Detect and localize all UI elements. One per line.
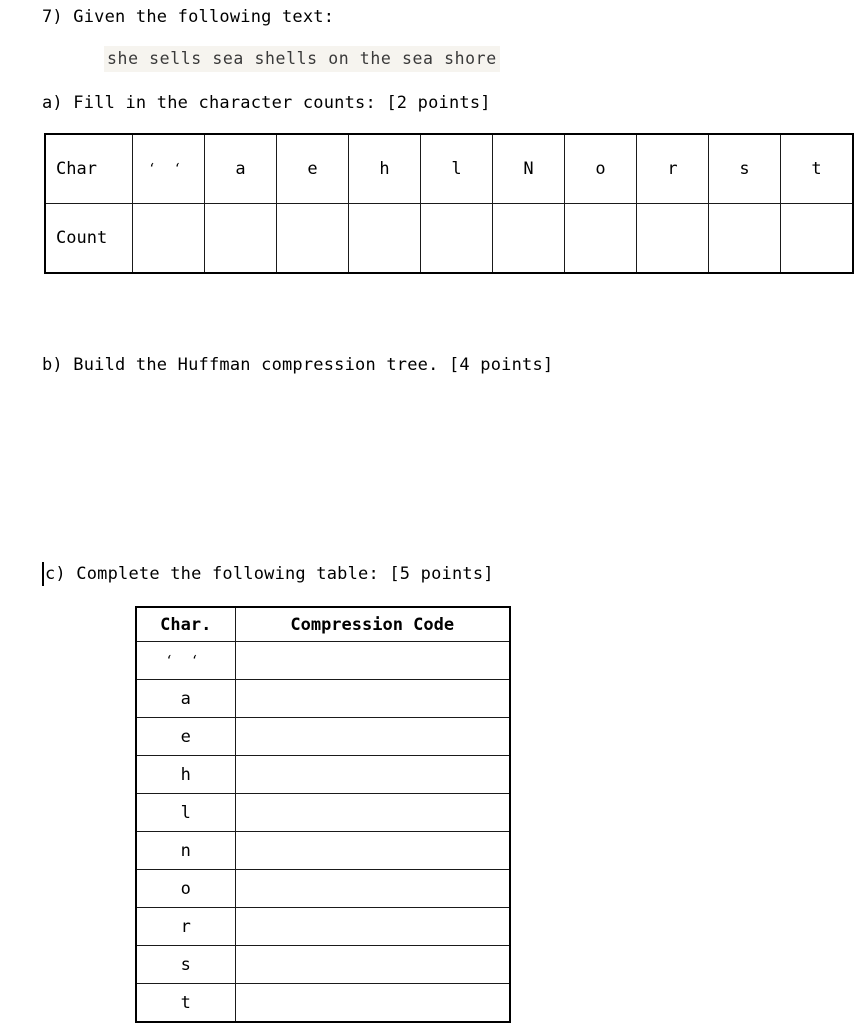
code-char-o: o <box>135 869 236 908</box>
table-header-row: Char. Compression Code <box>135 606 511 642</box>
row-label-count: Count <box>44 203 133 274</box>
table-row: n <box>135 831 511 870</box>
char-cell-l: l <box>420 133 493 204</box>
table-row: t <box>135 983 511 1023</box>
code-input-n[interactable] <box>234 831 511 870</box>
text-cursor-caret <box>42 562 44 586</box>
count-input-r[interactable] <box>636 203 709 274</box>
char-cell-t: t <box>780 133 854 204</box>
char-cell-o: o <box>564 133 637 204</box>
code-input-space[interactable] <box>234 641 511 680</box>
table-row: s <box>135 945 511 984</box>
count-input-l[interactable] <box>420 203 493 274</box>
header-char: Char. <box>135 606 236 642</box>
compression-code-table: Char. Compression Code ‘ ‘ a e h l n o r… <box>135 606 511 1023</box>
code-input-o[interactable] <box>234 869 511 908</box>
code-char-r: r <box>135 907 236 946</box>
part-c-prompt: c) Complete the following table: [5 poin… <box>45 564 494 584</box>
part-a-prompt: a) Fill in the character counts: [2 poin… <box>42 93 491 113</box>
sample-text-highlight: she sells sea shells on the sea shore <box>104 46 500 72</box>
question-intro-text: 7) Given the following text: <box>42 7 335 27</box>
document-page: 7) Given the following text: she sells s… <box>0 0 855 1024</box>
code-input-a[interactable] <box>234 679 511 718</box>
code-char-space: ‘ ‘ <box>135 641 236 680</box>
count-input-o[interactable] <box>564 203 637 274</box>
code-char-s: s <box>135 945 236 984</box>
code-input-e[interactable] <box>234 717 511 756</box>
code-input-h[interactable] <box>234 755 511 794</box>
count-input-a[interactable] <box>204 203 277 274</box>
table-row-count: Count <box>44 203 854 274</box>
count-input-e[interactable] <box>276 203 349 274</box>
character-counts-table: Char ‘ ‘ a e h l N o r s t Count <box>44 133 854 274</box>
part-b-prompt: b) Build the Huffman compression tree. [… <box>42 355 554 375</box>
char-cell-r: r <box>636 133 709 204</box>
count-input-n[interactable] <box>492 203 565 274</box>
table-row-char: Char ‘ ‘ a e h l N o r s t <box>44 133 854 204</box>
header-compression-code: Compression Code <box>234 606 511 642</box>
code-input-r[interactable] <box>234 907 511 946</box>
row-label-char: Char <box>44 133 133 204</box>
table-row: o <box>135 869 511 908</box>
char-cell-n: N <box>492 133 565 204</box>
char-cell-e: e <box>276 133 349 204</box>
char-cell-a: a <box>204 133 277 204</box>
table-row: h <box>135 755 511 794</box>
code-input-l[interactable] <box>234 793 511 832</box>
char-cell-space: ‘ ‘ <box>132 133 205 204</box>
char-cell-h: h <box>348 133 421 204</box>
space-char-glyph: ‘ ‘ <box>149 160 188 178</box>
space-char-glyph: ‘ ‘ <box>166 651 205 670</box>
code-input-t[interactable] <box>234 983 511 1023</box>
table-row: r <box>135 907 511 946</box>
count-input-h[interactable] <box>348 203 421 274</box>
table-row: e <box>135 717 511 756</box>
count-input-s[interactable] <box>708 203 781 274</box>
code-char-n: n <box>135 831 236 870</box>
count-input-space[interactable] <box>132 203 205 274</box>
code-char-e: e <box>135 717 236 756</box>
code-char-l: l <box>135 793 236 832</box>
table-row: l <box>135 793 511 832</box>
code-char-a: a <box>135 679 236 718</box>
code-input-s[interactable] <box>234 945 511 984</box>
table-row: ‘ ‘ <box>135 641 511 680</box>
code-char-t: t <box>135 983 236 1023</box>
char-cell-s: s <box>708 133 781 204</box>
code-char-h: h <box>135 755 236 794</box>
count-input-t[interactable] <box>780 203 854 274</box>
table-row: a <box>135 679 511 718</box>
